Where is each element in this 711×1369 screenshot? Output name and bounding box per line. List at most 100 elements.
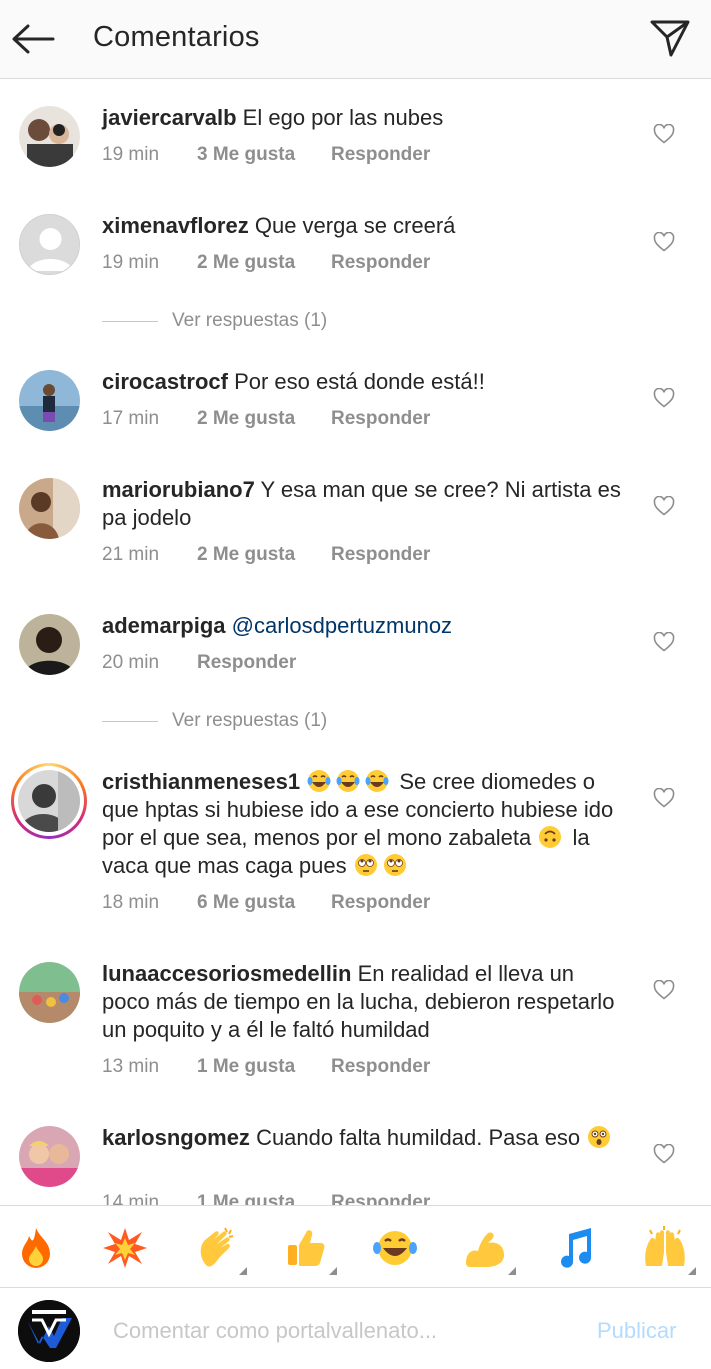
comment-time: 20 min — [102, 652, 160, 673]
astonished-face-emoji — [588, 1126, 611, 1148]
likes-count[interactable]: 1 Me gusta — [197, 1192, 331, 1205]
upside-down-face-emoji — [539, 826, 562, 848]
likes-count[interactable]: 2 Me gusta — [197, 544, 331, 566]
view-replies-button[interactable]: Ver respuestas (1) — [102, 308, 327, 334]
comment-text: Por eso está donde está!! — [234, 369, 485, 394]
like-button[interactable] — [652, 631, 676, 653]
comment-username[interactable]: ademarpiga — [102, 613, 226, 638]
heart-icon — [653, 496, 675, 516]
like-button[interactable] — [652, 387, 676, 409]
comment-username[interactable]: lunaaccesoriosmedellin — [102, 961, 351, 986]
heart-icon — [653, 788, 675, 808]
reply-button[interactable]: Responder — [197, 652, 296, 674]
likes-count[interactable]: 1 Me gusta — [197, 1056, 331, 1078]
comment-input[interactable] — [113, 1316, 573, 1346]
tears-of-joy-emoji — [336, 770, 360, 792]
view-replies-label: Ver respuestas (1) — [172, 310, 328, 331]
avatar[interactable] — [19, 370, 80, 431]
tears-of-joy-emoji[interactable] — [372, 1225, 418, 1271]
fire-emoji[interactable] — [13, 1225, 59, 1271]
reply-button[interactable]: Responder — [331, 892, 430, 914]
tears-of-joy-emoji — [365, 770, 389, 792]
view-replies-label: Ver respuestas (1) — [172, 710, 328, 731]
like-button[interactable] — [652, 123, 676, 145]
comment-composer: Publicar — [0, 1288, 711, 1369]
quick-emoji-bar — [0, 1205, 711, 1288]
avatar[interactable] — [19, 478, 80, 539]
skin-tone-indicator — [329, 1267, 337, 1275]
comment-username[interactable]: cristhianmeneses1 — [102, 769, 300, 794]
current-user-avatar[interactable] — [18, 1300, 80, 1362]
heart-icon — [653, 388, 675, 408]
comment-time: 18 min — [102, 892, 160, 913]
likes-count[interactable]: 2 Me gusta — [197, 408, 331, 430]
heart-icon — [653, 124, 675, 144]
avatar — [18, 770, 80, 832]
clapping-hands-emoji[interactable] — [193, 1225, 247, 1275]
comments-list[interactable]: javiercarvalb El ego por las nubes 19 mi… — [0, 79, 711, 1205]
divider-line — [102, 320, 158, 322]
avatar[interactable] — [19, 962, 80, 1023]
story-ring[interactable] — [11, 763, 87, 839]
comment-time: 19 min — [102, 144, 160, 165]
comment-meta: 20 min Responder — [102, 651, 296, 675]
comment-meta: 19 min 2 Me gusta Responder — [102, 251, 430, 275]
likes-count[interactable]: 6 Me gusta — [197, 892, 331, 914]
like-button[interactable] — [652, 495, 676, 517]
comment-text: Cuando falta humildad. Pasa eso — [256, 1125, 581, 1150]
share-button[interactable] — [646, 14, 694, 62]
avatar[interactable] — [19, 1126, 80, 1187]
thumbs-up-emoji[interactable] — [283, 1225, 337, 1275]
comment-time: 17 min — [102, 408, 160, 429]
like-button[interactable] — [652, 787, 676, 809]
reply-button[interactable]: Responder — [331, 408, 430, 430]
likes-count[interactable]: 3 Me gusta — [197, 144, 331, 166]
reply-button[interactable]: Responder — [331, 144, 430, 166]
comment-username[interactable]: javiercarvalb — [102, 105, 237, 130]
collision-emoji[interactable] — [102, 1225, 148, 1271]
comment-meta: 19 min 3 Me gusta Responder — [102, 143, 430, 167]
likes-count[interactable]: 2 Me gusta — [197, 252, 331, 274]
avatar[interactable] — [19, 614, 80, 675]
skin-tone-indicator — [508, 1267, 516, 1275]
comment-username[interactable]: mariorubiano7 — [102, 477, 255, 502]
top-bar: Comentarios — [0, 0, 711, 79]
skin-tone-indicator — [239, 1267, 247, 1275]
comment-time: 13 min — [102, 1056, 160, 1077]
heart-icon — [653, 632, 675, 652]
heart-icon — [653, 1144, 675, 1164]
comment-username[interactable]: ximenavflorez — [102, 213, 249, 238]
arrow-left-icon — [12, 24, 55, 54]
comment-text: Que verga se creerá — [254, 213, 456, 238]
comment-meta: 18 min 6 Me gusta Responder — [102, 891, 430, 915]
post-button[interactable]: Publicar — [597, 1318, 676, 1344]
comment-time: 14 min — [102, 1192, 160, 1205]
reply-button[interactable]: Responder — [331, 1056, 430, 1078]
reply-button[interactable]: Responder — [331, 1192, 430, 1205]
heart-icon — [653, 980, 675, 1000]
comment-text: El ego por las nubes — [242, 105, 444, 130]
skin-tone-indicator — [688, 1267, 696, 1275]
like-button[interactable] — [652, 231, 676, 253]
mention-link[interactable]: @carlosdpertuzmunoz — [232, 613, 452, 638]
like-button[interactable] — [652, 979, 676, 1001]
reply-button[interactable]: Responder — [331, 544, 430, 566]
comment-username[interactable]: karlosngomez — [102, 1125, 250, 1150]
flexed-biceps-emoji[interactable] — [462, 1225, 516, 1275]
comment-meta: 21 min 2 Me gusta Responder — [102, 543, 430, 567]
comment-username[interactable]: cirocastrocf — [102, 369, 228, 394]
raising-hands-emoji[interactable] — [642, 1225, 696, 1275]
reply-button[interactable]: Responder — [331, 252, 430, 274]
page-title: Comentarios — [93, 21, 260, 53]
comment-time: 21 min — [102, 544, 160, 565]
heart-icon — [653, 232, 675, 252]
tears-of-joy-emoji — [307, 770, 331, 792]
avatar[interactable] — [19, 106, 80, 167]
like-button[interactable] — [652, 1143, 676, 1165]
back-button[interactable] — [10, 18, 56, 60]
comment-meta: 17 min 2 Me gusta Responder — [102, 407, 430, 431]
avatar[interactable] — [19, 214, 80, 275]
view-replies-button[interactable]: Ver respuestas (1) — [102, 708, 327, 734]
rolling-eyes-emoji — [383, 854, 406, 876]
musical-note-emoji[interactable] — [552, 1225, 598, 1271]
